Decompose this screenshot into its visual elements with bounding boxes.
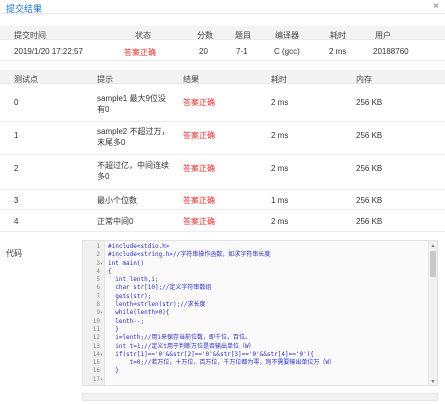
test-time: 1 ms [271, 196, 289, 205]
code-line: 13 int t=1;//定义t用于判断万位是否输出单位（W） [83, 343, 425, 351]
code-line: 17 ▾ [83, 376, 425, 384]
code-text: if(str[1]=='0'&&str[2]=='0'&&str[3]=='0'… [108, 350, 314, 358]
code-text: lenth--; [108, 317, 145, 325]
line-number: 5 [96, 276, 100, 284]
code-line: 14 ▾ if(str[1]=='0'&&str[2]=='0'&&str[3]=… [83, 351, 425, 359]
fold-icon[interactable]: ▾ [100, 376, 105, 384]
scrollbar-thumb[interactable] [430, 251, 436, 277]
code-text: int main() [108, 259, 145, 267]
line-number: 13 [92, 342, 100, 350]
test-id: 0 [14, 98, 19, 107]
test-time: 2 ms [271, 131, 289, 140]
table-row: 1 sample2 不超过万，末尾多0 答案正确 2 ms 256 KB [0, 122, 445, 155]
line-number: 16 [92, 367, 100, 375]
code-line: 12 i=lenth;//用i来保存当前位数，即千位，百位。 [83, 334, 425, 342]
line-number: 17 [92, 375, 100, 383]
scroll-up-icon[interactable]: ▲ [429, 242, 437, 250]
problem-link[interactable]: 7-1 [236, 47, 248, 56]
fold-icon[interactable]: ▾ [100, 260, 105, 268]
code-line: 15 t=0;//若万位，十万位，百万位，千万位都为零，则不需要输出单位万（W） [83, 359, 425, 367]
status-badge: 答案正确 [124, 48, 156, 57]
test-result: 答案正确 [183, 217, 215, 226]
code-text: #include<string.h>//字符串操作函数，如求字符串长度 [108, 251, 271, 259]
code-line: 6 char str[10];//定义字符串数组 [83, 284, 425, 292]
line-number: 11 [92, 325, 100, 333]
table-row: 2 不超过亿，中间连续多0 答案正确 2 ms 256 KB [0, 155, 445, 190]
line-number: 12 [92, 334, 100, 342]
bottom-bar [82, 393, 438, 401]
code-lines: 1 #include<stdio.h> 2 #include<string.h>//字… [83, 243, 425, 384]
test-id: 1 [14, 131, 19, 140]
test-result: 答案正确 [183, 196, 215, 205]
code-text: gets(str); [108, 292, 152, 300]
code-text: char str[10];//定义字符串数组 [108, 284, 212, 292]
test-result: 答案正确 [183, 164, 215, 173]
code-line: 9 ▾ while(lenth>0){ [83, 309, 425, 317]
test-memory: 256 KB [356, 217, 383, 226]
code-text: i=lenth;//用i来保存当前位数，即千位，百位。 [108, 334, 251, 342]
line-number: 9 [96, 309, 100, 317]
code-line: 8 lenth=strlen(str);//求长度 [83, 301, 425, 309]
tests-table-header: 测试点 提示 结果 耗时 内存 [0, 70, 445, 84]
line-number: 15 [92, 359, 100, 367]
code-text: lenth=strlen(str);//求长度 [108, 301, 206, 309]
code-line: 3 ▾ int main() [83, 260, 425, 268]
table-row: 0 sample1 最大9位没有0 答案正确 2 ms 256 KB [0, 84, 445, 122]
test-memory: 256 KB [356, 196, 383, 205]
code-line: 16 } [83, 367, 425, 375]
code-editor[interactable]: 1 #include<stdio.h> 2 #include<string.h>//字… [82, 240, 438, 386]
vertical-scrollbar[interactable]: ▲ ▼ [428, 241, 437, 385]
test-memory: 256 KB [356, 98, 383, 107]
score: 20 [199, 47, 208, 56]
test-memory: 256 KB [356, 164, 383, 173]
summary-table-header: 提交时间 状态 分数 题目 编译器 耗时 用户 [0, 26, 445, 40]
line-number: 10 [92, 317, 100, 325]
test-hint: 最小个位数 [97, 196, 137, 205]
code-text: { [108, 267, 112, 275]
line-number: 7 [96, 292, 100, 300]
fold-icon[interactable]: ▾ [100, 309, 105, 317]
test-id: 2 [14, 164, 19, 173]
close-icon[interactable]: × [433, 1, 439, 13]
run-time: 2 ms [329, 47, 347, 56]
dialog-header: 提交结果 × [0, 0, 445, 14]
line-number: 8 [96, 301, 100, 309]
test-result: 答案正确 [183, 131, 215, 140]
submit-time: 2019/1/20 17:22:57 [14, 47, 83, 56]
test-result: 答案正确 [183, 98, 215, 107]
test-hint: sample1 最大9位没有0 [97, 94, 166, 114]
line-number: 2 [96, 251, 100, 259]
line-number: 3 [96, 259, 100, 267]
scroll-down-icon[interactable]: ▼ [429, 378, 437, 385]
code-text: } [108, 367, 119, 375]
line-number: 1 [96, 243, 100, 250]
line-number: 4 [96, 267, 100, 275]
line-number: 6 [96, 284, 100, 292]
dialog-title: 提交结果 [6, 4, 43, 14]
code-text: t=0;//若万位，十万位，百万位，千万位都为零，则不需要输出单位万（W） [108, 359, 335, 367]
code-line: 10 lenth--; [83, 318, 425, 326]
code-line: 2 #include<string.h>//字符串操作函数，如求字符串长度 [83, 251, 425, 259]
line-number: 14 [92, 350, 100, 358]
code-text: while(lenth>0){ [108, 309, 170, 317]
test-time: 2 ms [271, 98, 289, 107]
code-line: 7 gets(str); [83, 293, 425, 301]
test-time: 2 ms [271, 217, 289, 226]
summary-row: 2019/1/20 17:22:57 答案正确 20 7-1 C (gcc) 2… [0, 40, 445, 61]
compiler: C (gcc) [274, 47, 300, 56]
user-link[interactable]: 20188760 [373, 47, 409, 56]
code-text: int t=1;//定义t用于判断万位是否输出单位（W） [108, 342, 255, 350]
table-row: 3 最小个位数 答案正确 1 ms 256 KB [0, 190, 445, 210]
table-row: 4 正常中间0 答案正确 2 ms 256 KB [0, 210, 445, 232]
fold-icon[interactable]: ▾ [100, 351, 105, 359]
test-hint: sample2 不超过万，末尾多0 [97, 127, 170, 147]
test-memory: 256 KB [356, 131, 383, 140]
test-hint: 不超过亿，中间连续多0 [97, 161, 169, 181]
code-label: 代码 [6, 249, 22, 258]
test-id: 3 [14, 196, 19, 205]
test-id: 4 [14, 217, 19, 226]
test-time: 2 ms [271, 164, 289, 173]
test-hint: 正常中间0 [97, 217, 134, 226]
code-line: 4{ [83, 268, 425, 276]
